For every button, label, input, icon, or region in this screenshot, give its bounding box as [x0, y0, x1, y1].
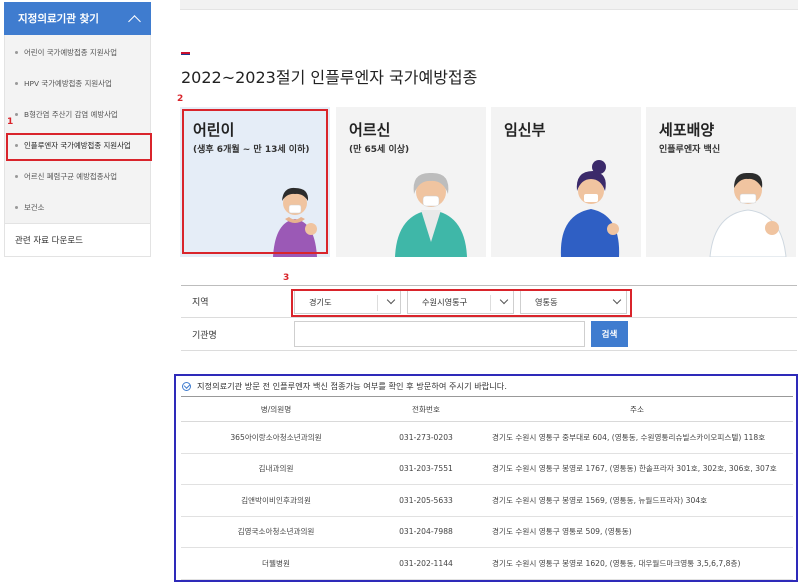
results-panel: 지정의료기관 방문 전 인플루엔자 백신 접종가능 여부를 확인 후 방문하여 … — [174, 374, 798, 582]
cell-address: 경기도 수원시 영통구 봉영로 1767, (영통동) 한솔프라자 301호, … — [481, 453, 793, 485]
table-row[interactable]: 김앤박이비인후과의원 031-205-5633 경기도 수원시 영통구 봉영로 … — [181, 484, 793, 517]
bullet-icon — [15, 51, 18, 54]
region-row: 지역 경기도 수원시영통구 영통동 — [181, 285, 797, 318]
name-label: 기관명 — [192, 330, 217, 341]
sidebar-item-hpv[interactable]: HPV 국가예방접종 지원사업 — [5, 68, 150, 99]
bullet-icon — [15, 113, 18, 116]
card-subtitle: (만 65세 이상) — [349, 145, 410, 155]
sidebar-item-label: 어르신 폐렴구균 예방접종사업 — [24, 172, 118, 181]
select-highlight — [291, 289, 632, 317]
header-phone: 전화번호 — [371, 396, 481, 422]
sidebar-item-downloads[interactable]: 관련 자료 다운로드 — [4, 223, 151, 257]
cell-name: 김내과의원 — [181, 453, 371, 485]
sidebar-item-health-center[interactable]: 보건소 — [5, 192, 150, 223]
top-bar — [180, 0, 798, 10]
bullet-icon — [15, 175, 18, 178]
sidebar-item-label: 인플루엔자 국가예방접종 지원사업 — [24, 141, 131, 150]
sidebar-menu: 어린이 국가예방접종 지원사업 HPV 국가예방접종 지원사업 B형간염 주산기… — [4, 35, 152, 223]
header-address: 주소 — [481, 396, 793, 422]
name-row: 기관명 검색 — [181, 318, 797, 351]
sidebar-item-child-vaccination[interactable]: 어린이 국가예방접종 지원사업 — [5, 37, 150, 68]
bullet-icon — [15, 144, 18, 147]
annotation-marker-2: 2 — [177, 94, 184, 104]
cell-address: 경기도 수원시 영통구 봉영로 1620, (영통동, 대우월드마크영통 3,5… — [481, 547, 793, 580]
cell-phone: 031-202-1144 — [371, 547, 481, 580]
card-title: 어르신 — [349, 121, 391, 139]
pregnant-woman-illustration-icon — [560, 160, 620, 257]
notice: 지정의료기관 방문 전 인플루엔자 백신 접종가능 여부를 확인 후 방문하여 … — [176, 376, 796, 396]
institution-name-input[interactable] — [294, 321, 585, 347]
sidebar-item-influenza[interactable]: 인플루엔자 국가예방접종 지원사업 — [5, 130, 152, 161]
sidebar-item-label: 보건소 — [24, 203, 45, 212]
chevron-up-icon[interactable] — [128, 14, 141, 28]
cell-address: 경기도 수원시 영통구 중부대로 604, (영통동, 수원영통리슈빌스카이오피… — [481, 421, 793, 454]
card-title: 세포배양 — [659, 121, 715, 139]
search-form: 지역 경기도 수원시영통구 영통동 기관명 검색 — [181, 285, 797, 351]
man-illustration-icon — [709, 172, 787, 257]
card-senior[interactable]: 어르신 (만 65세 이상) — [336, 107, 486, 257]
cell-address: 경기도 수원시 영통구 영통로 509, (영통동) — [481, 516, 793, 548]
cell-name: 더웰병원 — [181, 547, 371, 580]
sidebar-item-hepatitis-b[interactable]: B형간염 주산기 감염 예방사업 — [5, 99, 150, 130]
region-label: 지역 — [192, 298, 209, 308]
cell-address: 경기도 수원시 영통구 봉영로 1569, (영통동, 뉴월드프라자) 304호 — [481, 484, 793, 517]
search-button[interactable]: 검색 — [591, 321, 628, 347]
cell-name: 김영국소아청소년과의원 — [181, 516, 371, 548]
cell-phone: 031-203-7551 — [371, 453, 481, 485]
selected-card-highlight — [182, 109, 328, 254]
sidebar-item-label: B형간염 주산기 감염 예방사업 — [24, 110, 118, 119]
sidebar-header[interactable]: 지정의료기관 찾기 — [4, 2, 151, 35]
sidebar-footer-label: 관련 자료 다운로드 — [15, 236, 83, 246]
sidebar-item-label: HPV 국가예방접종 지원사업 — [24, 79, 112, 88]
sidebar: 지정의료기관 찾기 어린이 국가예방접종 지원사업 HPV 국가예방접종 지원사… — [4, 2, 152, 257]
flag-icon — [181, 52, 190, 55]
sidebar-item-pneumococcal[interactable]: 어르신 폐렴구균 예방접종사업 — [5, 161, 150, 192]
annotation-marker-3: 3 — [283, 273, 290, 283]
bullet-icon — [15, 206, 18, 209]
sidebar-title: 지정의료기관 찾기 — [18, 13, 99, 25]
table-row[interactable]: 더웰병원 031-202-1144 경기도 수원시 영통구 봉영로 1620, … — [181, 547, 793, 580]
bullet-icon — [15, 82, 18, 85]
senior-illustration-icon — [395, 172, 467, 257]
card-pregnant[interactable]: 임신부 — [491, 107, 641, 257]
table-header-row: 병/의원명 전화번호 주소 — [181, 396, 793, 422]
header-name: 병/의원명 — [181, 396, 371, 422]
notice-text: 지정의료기관 방문 전 인플루엔자 백신 접종가능 여부를 확인 후 방문하여 … — [197, 381, 507, 391]
card-subtitle: 인플루엔자 백신 — [659, 145, 721, 155]
sidebar-item-label: 어린이 국가예방접종 지원사업 — [24, 48, 118, 57]
table-row[interactable]: 365아이랑소아청소년과의원 031-273-0203 경기도 수원시 영통구 … — [181, 421, 793, 454]
card-title: 임신부 — [504, 121, 546, 139]
table-row[interactable]: 김영국소아청소년과의원 031-204-7988 경기도 수원시 영통구 영통로… — [181, 516, 793, 548]
cell-phone: 031-205-5633 — [371, 484, 481, 517]
cell-phone: 031-273-0203 — [371, 421, 481, 454]
card-cell-culture[interactable]: 세포배양 인플루엔자 백신 — [646, 107, 796, 257]
annotation-marker-1: 1 — [7, 117, 14, 127]
results-table: 병/의원명 전화번호 주소 365아이랑소아청소년과의원 031-273-020… — [181, 396, 793, 580]
table-row[interactable]: 김내과의원 031-203-7551 경기도 수원시 영통구 봉영로 1767,… — [181, 453, 793, 485]
check-circle-icon — [182, 381, 191, 391]
cell-name: 김앤박이비인후과의원 — [181, 484, 371, 517]
cell-phone: 031-204-7988 — [371, 516, 481, 548]
cell-name: 365아이랑소아청소년과의원 — [181, 421, 371, 454]
page-title: 2022~2023절기 인플루엔자 국가예방접종 — [181, 68, 478, 87]
